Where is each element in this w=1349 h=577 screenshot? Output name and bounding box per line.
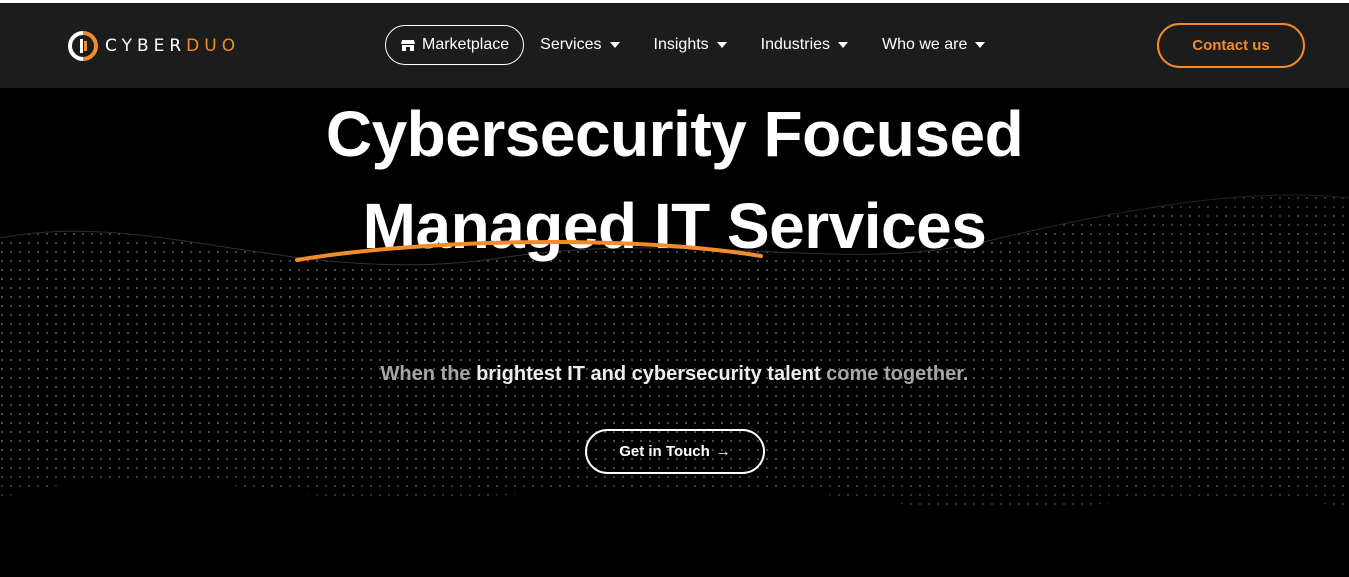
chevron-down-icon: [838, 42, 849, 48]
get-in-touch-button[interactable]: Get in Touch →: [585, 429, 765, 474]
nav-item-services[interactable]: Services: [540, 36, 620, 54]
site-header: CYBERDUO Marketplace Services Insights I…: [0, 3, 1349, 88]
nav-item-industries[interactable]: Industries: [760, 36, 849, 54]
contact-us-button[interactable]: Contact us: [1157, 23, 1305, 68]
sub-prefix: When the: [380, 363, 477, 385]
nav-item-label: Who we are: [882, 36, 968, 53]
nav-item-label: Services: [540, 36, 602, 53]
headline-highlight-word: Cybersecurity: [325, 98, 747, 170]
chevron-down-icon: [716, 42, 727, 48]
chevron-down-icon: [975, 42, 986, 48]
main-nav: Marketplace Services Insights Industries…: [385, 25, 986, 65]
nav-item-label: Industries: [760, 36, 831, 53]
sub-suffix: come together.: [820, 363, 969, 385]
logo-text-duo: DUO: [186, 36, 241, 56]
store-icon: [401, 40, 415, 51]
nav-item-insights[interactable]: Insights: [654, 36, 727, 54]
cyberduo-logo[interactable]: CYBERDUO: [67, 30, 240, 62]
headline-underline-swoosh: [295, 240, 763, 262]
sub-bold: brightest IT and cybersecurity talent: [476, 363, 821, 385]
nav-item-who-we-are[interactable]: Who we are: [882, 36, 986, 54]
logo-mark-icon: [68, 31, 98, 61]
nav-marketplace-button[interactable]: Marketplace: [385, 25, 525, 65]
logo-text-cyber: CYBER: [105, 36, 187, 56]
logo-wordmark: CYBERDUO: [105, 36, 240, 56]
hero-subheadline: When the brightest IT and cybersecurity …: [0, 363, 1349, 386]
nav-item-label: Insights: [653, 36, 709, 53]
nav-marketplace-label: Marketplace: [422, 36, 510, 53]
cta-label: Get in Touch: [619, 443, 710, 460]
chevron-down-icon: [609, 42, 620, 48]
headline-line1-rest: Focused: [746, 98, 1024, 170]
arrow-right-icon: →: [715, 443, 731, 460]
